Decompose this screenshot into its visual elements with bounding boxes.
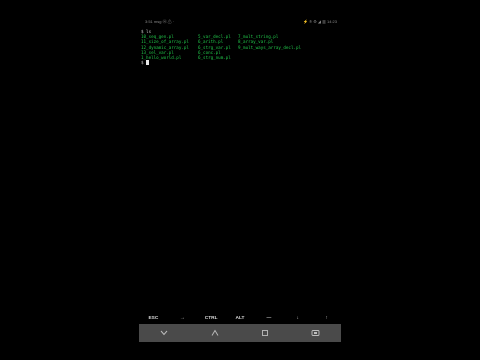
dash-key[interactable]: — (254, 316, 283, 321)
file-name: 6_strg_num.pl (198, 55, 231, 60)
terminal-output[interactable]: $ ls 10_seq_gen.pl 5_var_decl.pl 7_mult_… (141, 29, 339, 66)
status-bar: 3:51 msg Ⓝ ⚠ · ⚡ ® ⚙ ◢ ▥ 14:23 (139, 17, 341, 26)
ctrl-key[interactable]: CTRL (197, 316, 226, 321)
back-icon[interactable] (250, 328, 280, 338)
file-name (238, 55, 338, 60)
home-icon[interactable] (200, 328, 230, 338)
down-arrow-key[interactable]: ↓ (283, 316, 312, 321)
chevron-down-icon[interactable] (149, 328, 179, 338)
extra-keys-bar: ESC → CTRL ALT — ↓ ↑ (139, 313, 341, 324)
text-cursor (146, 60, 150, 66)
up-arrow-key[interactable]: ↑ (312, 316, 341, 321)
navigation-bar (139, 324, 341, 342)
alt-key[interactable]: ALT (226, 316, 255, 321)
ls-row: 1_hello_world.pl 6_strg_num.pl (141, 55, 339, 60)
file-name: 1_hello_world.pl (141, 55, 182, 60)
esc-key[interactable]: ESC (139, 316, 168, 321)
prompt-line[interactable]: $ (141, 60, 339, 66)
prompt-symbol: $ (141, 60, 144, 66)
status-left-info: 3:51 msg Ⓝ ⚠ · (145, 19, 175, 24)
tab-key[interactable]: → (168, 316, 197, 321)
status-right-info: ⚡ ® ⚙ ◢ ▥ 14:23 (303, 19, 337, 24)
recent-apps-icon[interactable] (301, 328, 331, 338)
phone-screen: 3:51 msg Ⓝ ⚠ · ⚡ ® ⚙ ◢ ▥ 14:23 $ ls 10_s… (139, 0, 341, 360)
